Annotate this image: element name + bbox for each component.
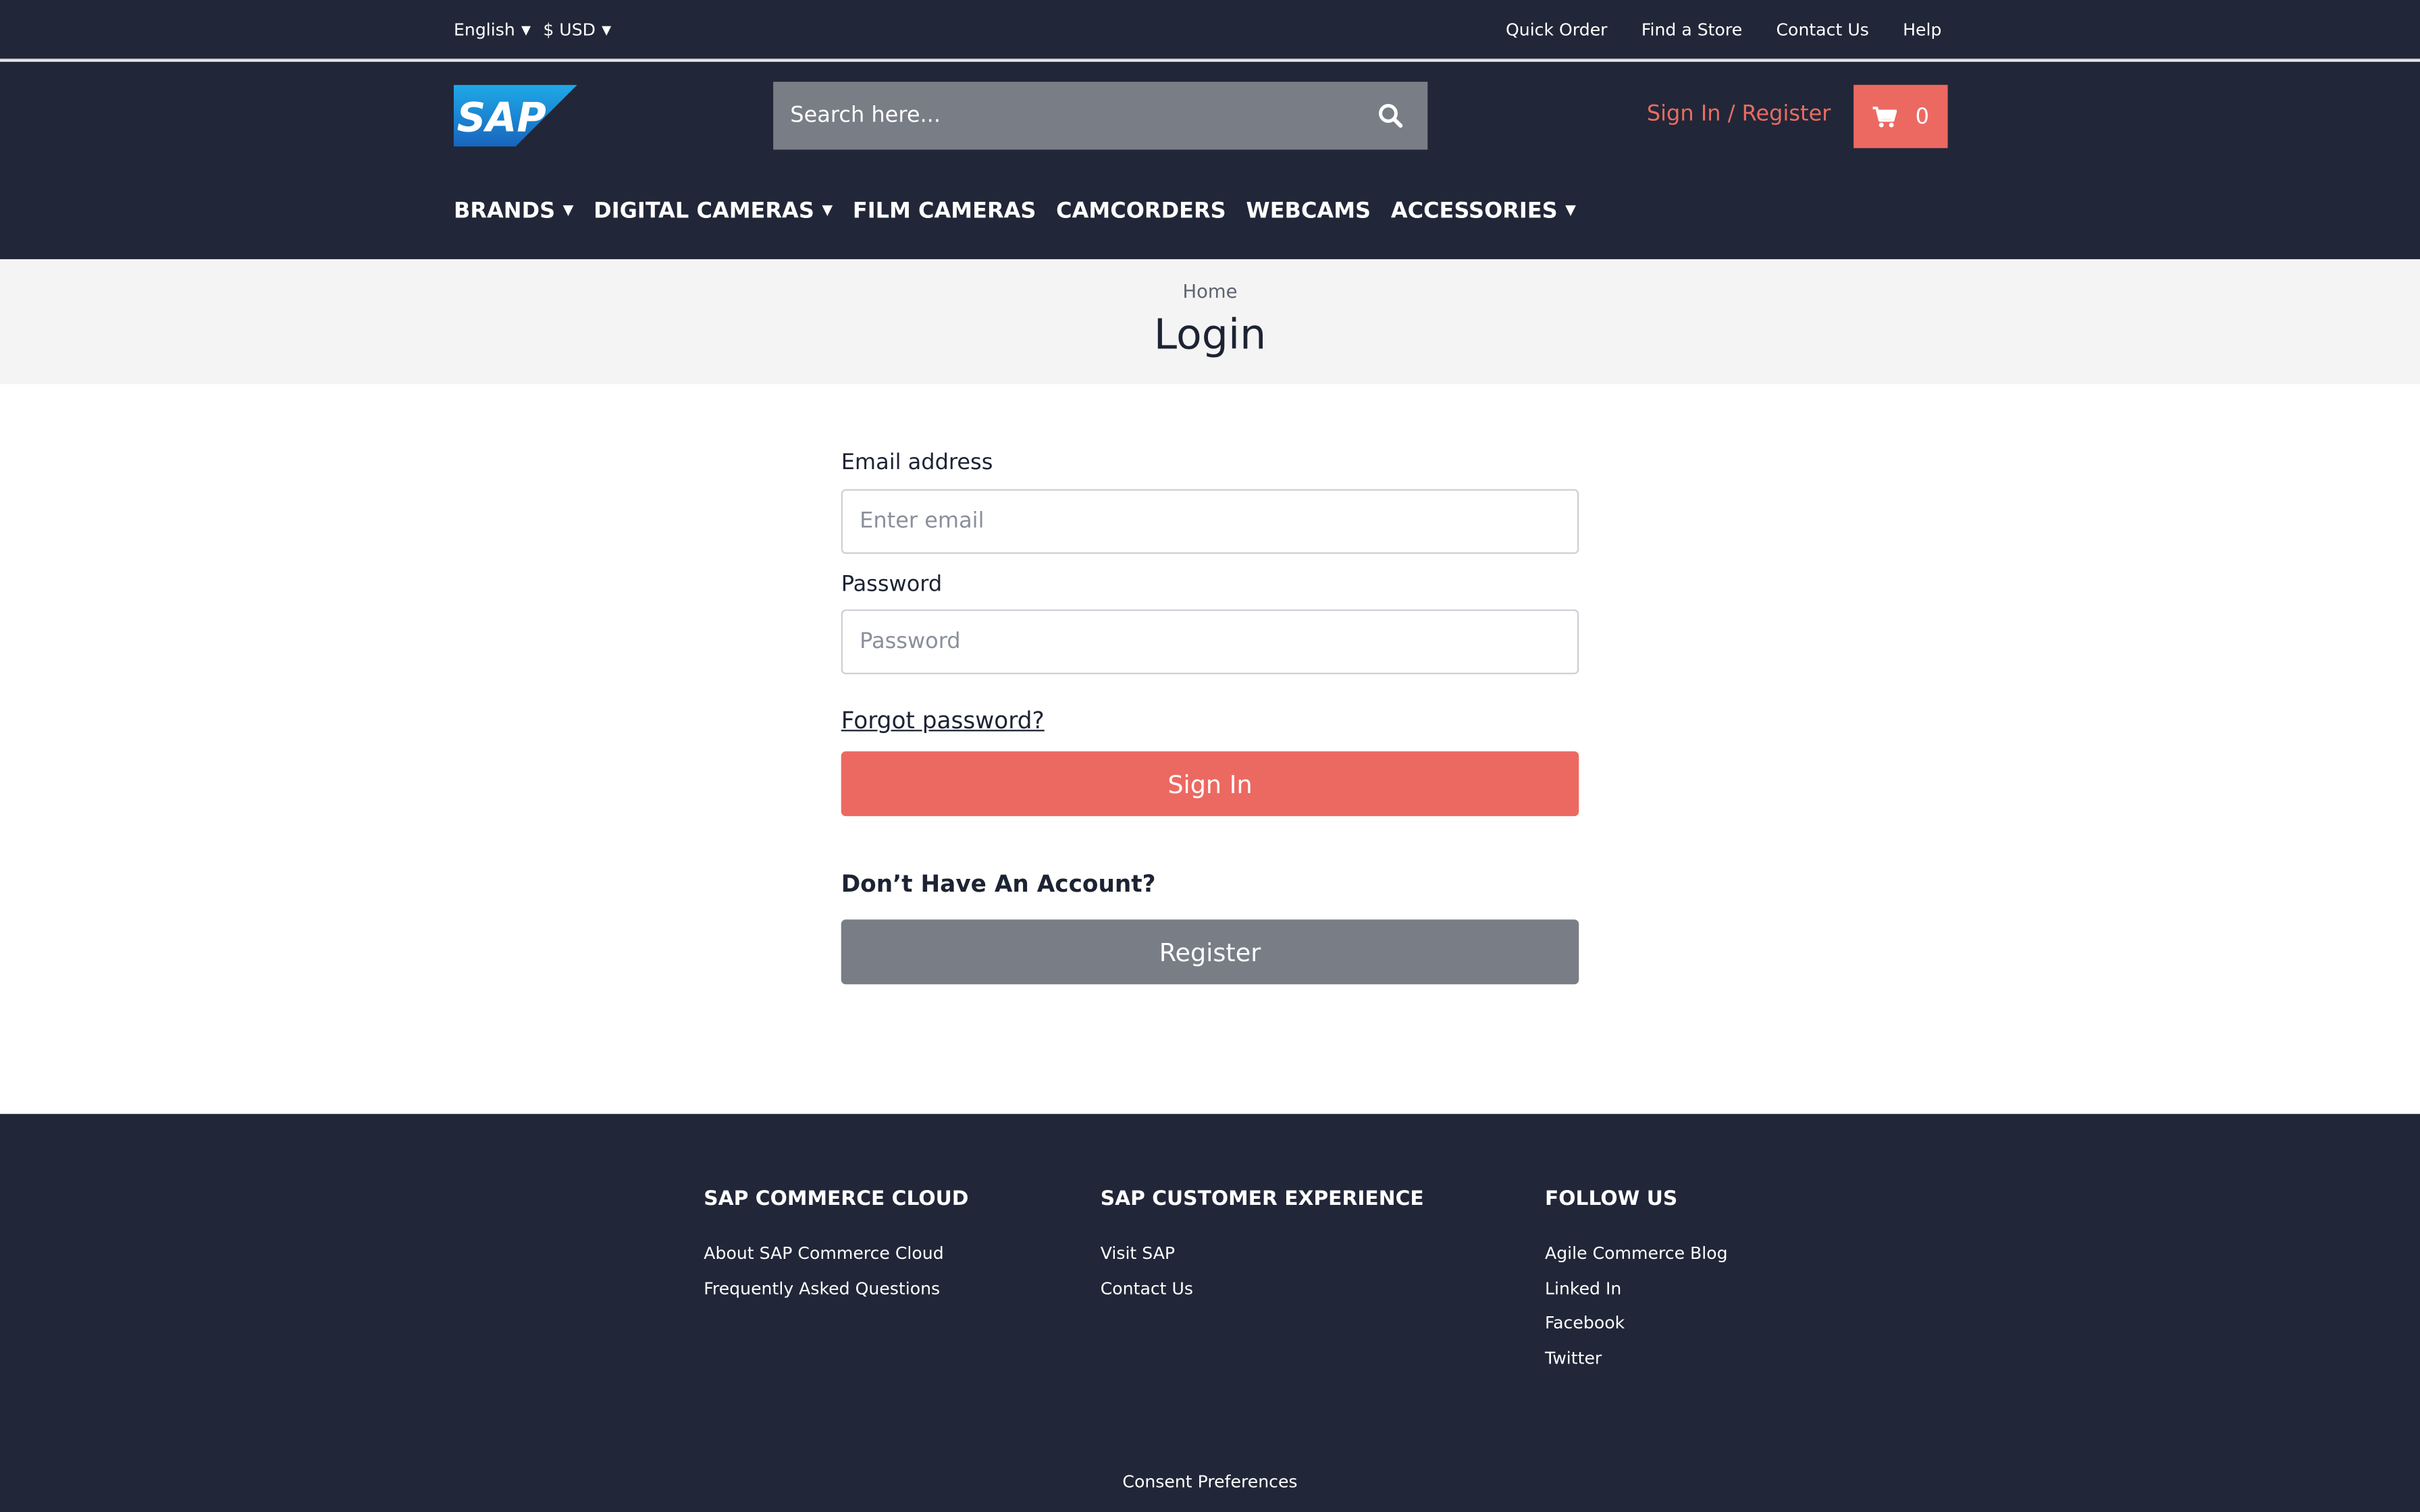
chevron-down-icon: ▼ xyxy=(521,23,531,37)
footer-link[interactable]: Visit SAP xyxy=(1101,1237,1424,1272)
locale-selectors: English ▼ $ USD ▼ xyxy=(454,20,611,40)
page-title-band: Home Login xyxy=(0,259,2420,385)
find-a-store-link[interactable]: Find a Store xyxy=(1641,20,1742,40)
language-selector[interactable]: English ▼ xyxy=(454,20,531,40)
quick-order-link[interactable]: Quick Order xyxy=(1506,20,1608,40)
footer-link[interactable]: Contact Us xyxy=(1101,1272,1424,1307)
no-account-heading: Don’t Have An Account? xyxy=(841,870,1156,898)
nav-item-accessories[interactable]: ACCESSORIES ▼ xyxy=(1391,199,1576,224)
footer-link[interactable]: Facebook xyxy=(1545,1307,1728,1341)
nav-item-label: FILM CAMERAS xyxy=(852,198,1036,224)
page-title: Login xyxy=(1153,311,1267,360)
nav-item-label: CAMCORDERS xyxy=(1056,198,1226,224)
nav-item-camcorders[interactable]: CAMCORDERS xyxy=(1056,199,1226,224)
consent-preferences-link[interactable]: Consent Preferences xyxy=(0,1472,2420,1492)
contact-us-link[interactable]: Contact Us xyxy=(1777,20,1869,40)
category-nav: BRANDS ▼ DIGITAL CAMERAS ▼ FILM CAMERAS … xyxy=(454,199,1576,224)
utility-links: Quick Order Find a Store Contact Us Help xyxy=(1506,20,1941,40)
sap-logo-text: SAP xyxy=(457,94,546,141)
register-button[interactable]: Register xyxy=(841,919,1579,985)
password-label: Password xyxy=(841,572,943,597)
chevron-down-icon: ▼ xyxy=(602,23,612,37)
breadcrumb-home-link[interactable]: Home xyxy=(1183,281,1238,302)
chevron-down-icon: ▼ xyxy=(562,203,574,219)
footer-link[interactable]: Linked In xyxy=(1545,1272,1728,1307)
nav-item-label: WEBCAMS xyxy=(1246,198,1371,224)
nav-item-brands[interactable]: BRANDS ▼ xyxy=(454,199,573,224)
page-root: English ▼ $ USD ▼ Quick Order Find a Sto… xyxy=(0,0,2420,1512)
nav-item-webcams[interactable]: WEBCAMS xyxy=(1246,199,1371,224)
footer-column-sap-customer-experience: SAP CUSTOMER EXPERIENCE Visit SAP Contac… xyxy=(1101,1188,1424,1307)
forgot-password-link[interactable]: Forgot password? xyxy=(841,707,1045,734)
nav-item-film-cameras[interactable]: FILM CAMERAS xyxy=(853,199,1036,224)
breadcrumb: Home xyxy=(0,281,2420,302)
login-form: Email address Password Forgot password? … xyxy=(841,450,1579,985)
currency-value: $ USD xyxy=(543,20,596,40)
chevron-down-icon: ▼ xyxy=(822,203,833,219)
footer-link[interactable]: About SAP Commerce Cloud xyxy=(704,1237,968,1272)
email-label: Email address xyxy=(841,450,993,476)
help-link[interactable]: Help xyxy=(1903,20,1941,40)
nav-item-label: DIGITAL CAMERAS xyxy=(594,198,814,224)
password-field[interactable] xyxy=(841,609,1579,674)
email-field[interactable] xyxy=(841,489,1579,554)
cart-button[interactable]: 0 xyxy=(1853,84,1948,148)
search-input[interactable] xyxy=(790,103,1346,128)
cart-icon xyxy=(1872,105,1897,127)
site-header: SAP Sign In / Register 0 BRANDS ▼ xyxy=(0,61,2420,260)
footer-column-follow-us: FOLLOW US Agile Commerce Blog Linked In … xyxy=(1545,1188,1728,1376)
footer-heading: SAP CUSTOMER EXPERIENCE xyxy=(1100,1188,1424,1212)
nav-item-digital-cameras[interactable]: DIGITAL CAMERAS ▼ xyxy=(594,199,833,224)
nav-item-label: ACCESSORIES xyxy=(1390,198,1558,224)
footer-link[interactable]: Frequently Asked Questions xyxy=(704,1272,968,1307)
footer-column-sap-commerce-cloud: SAP COMMERCE CLOUD About SAP Commerce Cl… xyxy=(704,1188,968,1307)
footer-heading: SAP COMMERCE CLOUD xyxy=(704,1188,969,1212)
currency-selector[interactable]: $ USD ▼ xyxy=(543,20,611,40)
sap-logo[interactable]: SAP xyxy=(454,84,577,147)
nav-item-label: BRANDS xyxy=(454,198,556,224)
footer-link[interactable]: Twitter xyxy=(1545,1341,1728,1376)
footer-heading: FOLLOW US xyxy=(1545,1188,1678,1212)
cart-count: 0 xyxy=(1915,104,1930,129)
search-box xyxy=(773,82,1428,150)
footer-link[interactable]: Agile Commerce Blog xyxy=(1545,1237,1728,1272)
sign-in-button[interactable]: Sign In xyxy=(841,751,1579,817)
language-value: English xyxy=(454,20,515,40)
site-footer: SAP COMMERCE CLOUD About SAP Commerce Cl… xyxy=(0,1114,2420,1512)
signin-register-link[interactable]: Sign In / Register xyxy=(1647,102,1831,127)
top-utility-bar: English ▼ $ USD ▼ Quick Order Find a Sto… xyxy=(0,0,2420,61)
search-icon[interactable] xyxy=(1377,102,1404,130)
chevron-down-icon: ▼ xyxy=(1565,203,1576,219)
